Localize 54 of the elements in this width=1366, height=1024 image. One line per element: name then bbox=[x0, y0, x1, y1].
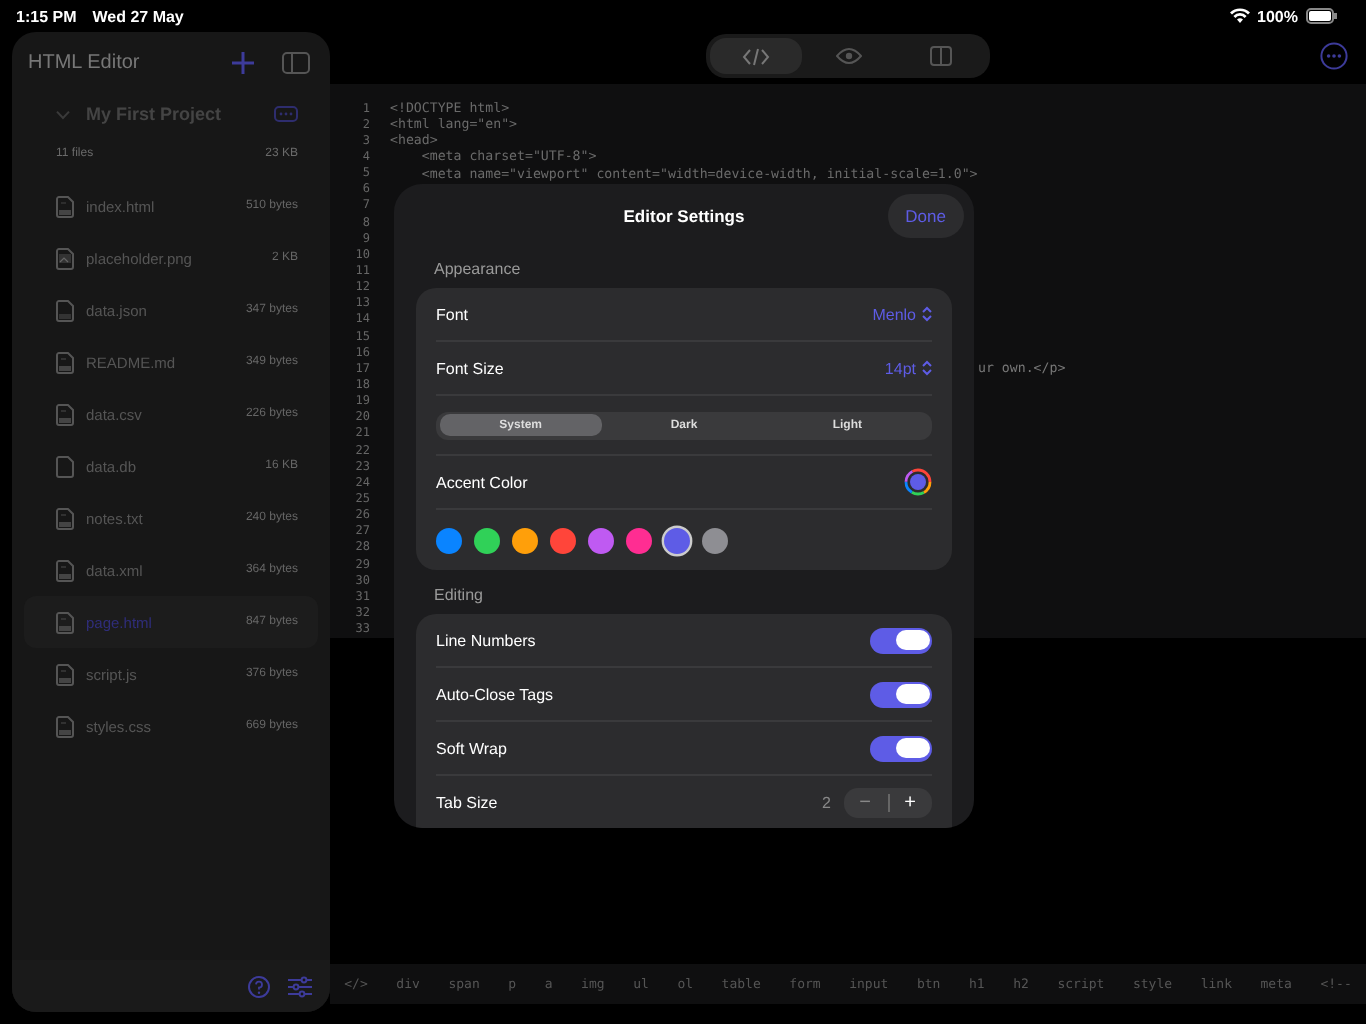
section-heading: Appearance bbox=[432, 258, 523, 282]
color-swatch[interactable] bbox=[512, 527, 538, 553]
status-time: 1:15 PM bbox=[16, 7, 77, 25]
sheet-title: Editor Settings bbox=[623, 205, 745, 225]
font-picker[interactable]: Menlo bbox=[872, 305, 932, 323]
view-mode-tab[interactable] bbox=[710, 38, 802, 74]
eye-icon bbox=[835, 48, 861, 64]
decrement-button[interactable]: − bbox=[843, 787, 887, 817]
file-icon bbox=[56, 351, 74, 373]
file-icon bbox=[56, 715, 74, 737]
setting-label: Soft Wrap bbox=[436, 739, 509, 757]
battery-percent: 100% bbox=[1257, 7, 1298, 25]
toggle-switch[interactable] bbox=[870, 681, 932, 707]
font-size-picker[interactable]: 14pt bbox=[884, 359, 932, 377]
section-heading: Editing bbox=[432, 584, 485, 608]
image-file-icon bbox=[56, 247, 74, 269]
increment-button[interactable]: + bbox=[888, 787, 932, 817]
wifi-icon bbox=[1229, 8, 1250, 24]
file-icon bbox=[56, 403, 74, 425]
updown-icon bbox=[922, 360, 932, 376]
more-icon[interactable] bbox=[1320, 42, 1348, 70]
battery-icon bbox=[1306, 8, 1338, 24]
color-swatch[interactable] bbox=[664, 527, 690, 553]
setting-label: Tab Size bbox=[436, 793, 500, 811]
file-icon bbox=[56, 195, 74, 217]
color-wheel-icon[interactable] bbox=[904, 468, 932, 496]
color-swatch[interactable] bbox=[550, 527, 576, 553]
tab-size-value: 2 bbox=[822, 793, 831, 811]
file-icon bbox=[56, 455, 74, 477]
color-swatch[interactable] bbox=[702, 527, 728, 553]
sidebar-toggle-icon[interactable] bbox=[282, 51, 310, 73]
file-icon bbox=[56, 559, 74, 581]
color-swatch[interactable] bbox=[588, 527, 614, 553]
file-icon bbox=[56, 663, 74, 685]
color-swatch[interactable] bbox=[474, 527, 500, 553]
color-swatch[interactable] bbox=[436, 527, 462, 553]
updown-icon bbox=[922, 306, 932, 322]
split-view-icon bbox=[929, 46, 951, 66]
file-icon bbox=[56, 507, 74, 529]
file-icon bbox=[56, 299, 74, 321]
done-button[interactable]: Done bbox=[887, 194, 964, 238]
setting-label: Line Numbers bbox=[436, 631, 538, 649]
setting-label: Accent Color bbox=[436, 473, 530, 491]
file-icon bbox=[56, 611, 74, 633]
setting-label: Font Size bbox=[436, 359, 506, 377]
setting-label: Auto-Close Tags bbox=[436, 685, 556, 703]
toggle-switch[interactable] bbox=[870, 735, 932, 761]
status-date: Wed 27 May bbox=[92, 7, 184, 25]
toggle-switch[interactable] bbox=[870, 627, 932, 653]
setting-label: Font bbox=[436, 305, 471, 323]
sidebar-title: HTML Editor bbox=[28, 51, 142, 73]
color-swatch[interactable] bbox=[626, 527, 652, 553]
sliders-icon[interactable] bbox=[288, 975, 312, 997]
code-icon bbox=[742, 47, 770, 65]
